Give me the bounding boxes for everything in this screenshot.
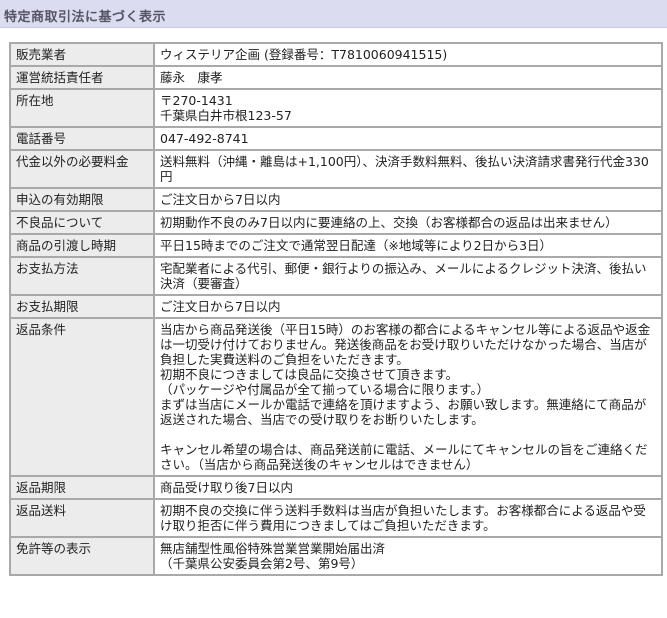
table-row: 不良品について 初期動作不良のみ7日以内に要連絡の上、交換（お客様都合の返品は出来… bbox=[11, 212, 661, 233]
commercial-transactions-table: 販売業者 ウィステリア企画 (登録番号：T7810060941515) 運営統括責任… bbox=[9, 42, 663, 576]
table-row: お支払期限 ご注文日から7日以内 bbox=[11, 296, 661, 317]
table-row: 商品の引渡し時期 平日15時までのご注文で通常翌日配達（※地域等により2日から3日… bbox=[11, 235, 661, 256]
table-row: 販売業者 ウィステリア企画 (登録番号：T7810060941515) bbox=[11, 44, 661, 65]
row-value-line: 商品受け取り後7日以内 bbox=[160, 480, 293, 495]
row-label: 申込の有効期限 bbox=[11, 189, 153, 210]
row-label: お支払期限 bbox=[11, 296, 153, 317]
row-value: ご注文日から7日以内 bbox=[155, 189, 661, 210]
row-label: 販売業者 bbox=[11, 44, 153, 65]
row-label: お支払方法 bbox=[11, 258, 153, 294]
table-row: 代金以外の必要料金 送料無料（沖縄・離島は+1,100円）、決済手数料無料、後払い… bbox=[11, 151, 661, 187]
row-value-line: 宅配業者による代引、郵便・銀行よりの振込み、メールによるクレジット決済、後払い決… bbox=[160, 261, 647, 291]
row-value-line: （千葉県公安委員会第2号、第9号） bbox=[160, 556, 364, 571]
row-value: 047-492-8741 bbox=[155, 128, 661, 149]
row-value-line: 047-492-8741 bbox=[160, 131, 249, 146]
row-value: 宅配業者による代引、郵便・銀行よりの振込み、メールによるクレジット決済、後払い決… bbox=[155, 258, 661, 294]
row-value-line: 藤永 康孝 bbox=[160, 70, 223, 85]
table-row: 返品送料 初期不良の交換に伴う送料手数料は当店が負担いたします。お客様都合による返… bbox=[11, 500, 661, 536]
row-value-line: 初期不良の交換に伴う送料手数料は当店が負担いたします。お客様都合による返品や受け… bbox=[160, 503, 646, 533]
row-label: 所在地 bbox=[11, 90, 153, 126]
row-value-line: 送料無料（沖縄・離島は+1,100円）、決済手数料無料、後払い決済請求書発行代金… bbox=[160, 154, 649, 184]
row-value-line: 無店舗型性風俗特殊営業営業開始届出済 bbox=[160, 541, 386, 556]
row-value: 藤永 康孝 bbox=[155, 67, 661, 88]
table-row: 免許等の表示 無店舗型性風俗特殊営業営業開始届出済 （千葉県公安委員会第2号、第9号… bbox=[11, 538, 661, 574]
table-row: 運営統括責任者 藤永 康孝 bbox=[11, 67, 661, 88]
row-value-line: 〒270-1431 bbox=[160, 93, 233, 108]
row-value-line: 平日15時までのご注文で通常翌日配達（※地域等により2日から3日） bbox=[160, 238, 553, 253]
table-row: 電話番号 047-492-8741 bbox=[11, 128, 661, 149]
row-value-line: 千葉県白井市根123-57 bbox=[160, 108, 292, 123]
row-value: 無店舗型性風俗特殊営業営業開始届出済 （千葉県公安委員会第2号、第9号） bbox=[155, 538, 661, 574]
row-label: 運営統括責任者 bbox=[11, 67, 153, 88]
row-value: ウィステリア企画 (登録番号：T7810060941515) bbox=[155, 44, 661, 65]
row-value: ご注文日から7日以内 bbox=[155, 296, 661, 317]
table-row: お支払方法 宅配業者による代引、郵便・銀行よりの振込み、メールによるクレジット決済… bbox=[11, 258, 661, 294]
row-value-line: 初期動作不良のみ7日以内に要連絡の上、交換（お客様都合の返品は出来ません） bbox=[160, 215, 618, 230]
row-label: 免許等の表示 bbox=[11, 538, 153, 574]
row-value-line bbox=[160, 427, 655, 442]
table-row: 返品期限 商品受け取り後7日以内 bbox=[11, 477, 661, 498]
row-label: 電話番号 bbox=[11, 128, 153, 149]
page-title: 特定商取引法に基づく表示 bbox=[0, 0, 667, 28]
row-value-line: キャンセル希望の場合は、商品発送前に電話、メールにてキャンセルの旨をご連絡くださ… bbox=[160, 442, 648, 472]
row-label: 返品期限 bbox=[11, 477, 153, 498]
row-label: 返品条件 bbox=[11, 319, 153, 475]
row-label: 返品送料 bbox=[11, 500, 153, 536]
row-value: 初期動作不良のみ7日以内に要連絡の上、交換（お客様都合の返品は出来ません） bbox=[155, 212, 661, 233]
table-row: 所在地 〒270-1431 千葉県白井市根123-57 bbox=[11, 90, 661, 126]
row-label: 不良品について bbox=[11, 212, 153, 233]
row-value: 初期不良の交換に伴う送料手数料は当店が負担いたします。お客様都合による返品や受け… bbox=[155, 500, 661, 536]
row-value-line: （パッケージや付属品が全て揃っている場合に限ります。） bbox=[160, 382, 490, 397]
row-value-line: 当店から商品発送後（平日15時）のお客様の都合によるキャンセル等による返品や返金… bbox=[160, 322, 651, 367]
row-value-line: 初期不良につきましては良品に交換させて頂きます。 bbox=[160, 367, 459, 382]
row-value: 平日15時までのご注文で通常翌日配達（※地域等により2日から3日） bbox=[155, 235, 661, 256]
row-value: 商品受け取り後7日以内 bbox=[155, 477, 661, 498]
row-value: 当店から商品発送後（平日15時）のお客様の都合によるキャンセル等による返品や返金… bbox=[155, 319, 661, 475]
row-value-line: ご注文日から7日以内 bbox=[160, 299, 281, 314]
row-value: 〒270-1431 千葉県白井市根123-57 bbox=[155, 90, 661, 126]
row-value-line: ウィステリア企画 (登録番号：T7810060941515) bbox=[160, 47, 448, 62]
row-value: 送料無料（沖縄・離島は+1,100円）、決済手数料無料、後払い決済請求書発行代金… bbox=[155, 151, 661, 187]
row-label: 代金以外の必要料金 bbox=[11, 151, 153, 187]
table-row: 返品条件 当店から商品発送後（平日15時）のお客様の都合によるキャンセル等による返… bbox=[11, 319, 661, 475]
row-label: 商品の引渡し時期 bbox=[11, 235, 153, 256]
row-value-line: ご注文日から7日以内 bbox=[160, 192, 281, 207]
row-value-line: まずは当店にメールか電話で連絡を頂けますよう、お願い致します。無連絡にて商品が返… bbox=[160, 397, 647, 427]
table-row: 申込の有効期限 ご注文日から7日以内 bbox=[11, 189, 661, 210]
